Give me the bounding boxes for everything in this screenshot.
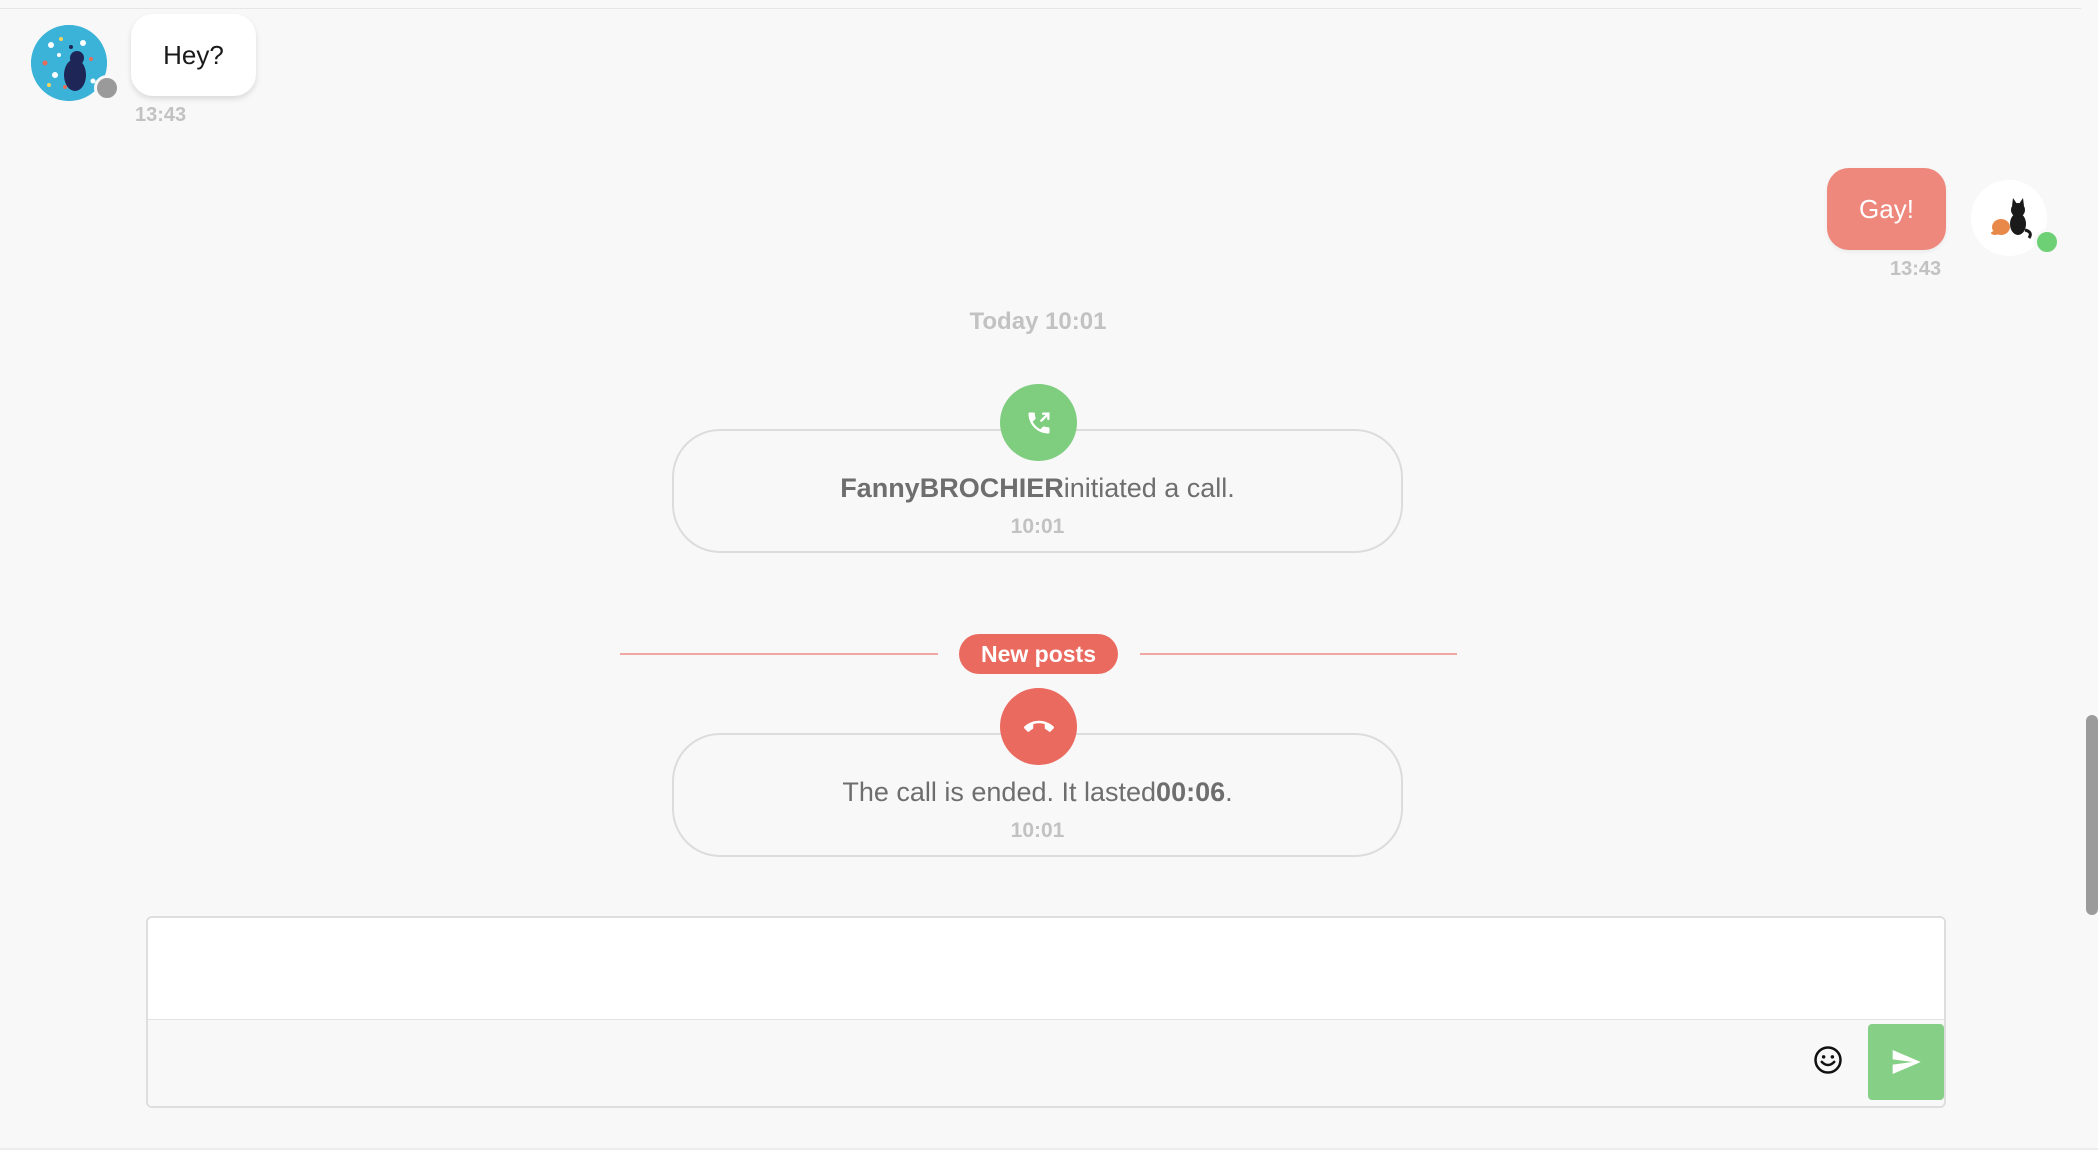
incoming-message-bubble[interactable]: Hey? (131, 14, 256, 96)
scrollbar-thumb[interactable] (2086, 715, 2098, 915)
call-duration: 00:06 (1156, 777, 1226, 807)
outgoing-message-bubble[interactable]: Gay! (1827, 168, 1946, 250)
call-ended-text: The call is ended. It lasted00:06. (674, 777, 1401, 808)
phone-hangup-icon (1000, 688, 1077, 765)
outgoing-message-text: Gay! (1859, 193, 1914, 224)
incoming-message-time: 13:43 (135, 104, 187, 126)
call-ended-time: 10:01 (1010, 819, 1065, 842)
send-arrow-icon (1892, 1050, 1921, 1074)
call-started-text: FannyBROCHIERinitiated a call. (674, 473, 1401, 504)
message-composer (146, 916, 1946, 1108)
new-posts-badge: New posts (959, 634, 1118, 674)
call-started-message: initiated a call. (1063, 473, 1235, 503)
call-started-time: 10:01 (1010, 515, 1065, 538)
new-posts-line-left (620, 653, 938, 655)
outgoing-message-time: 13:43 (1890, 258, 1942, 280)
date-separator: Today 10:01 (969, 308, 1107, 335)
caller-name: FannyBROCHIER (840, 473, 1064, 503)
call-ended-message: The call is ended. It lasted (842, 777, 1157, 807)
composer-toolbar (148, 1020, 1944, 1106)
incoming-message-text: Hey? (163, 39, 224, 70)
call-ended-period: . (1225, 777, 1233, 807)
send-button[interactable] (1868, 1024, 1944, 1100)
scrollbar-track[interactable] (2081, 0, 2098, 1150)
top-divider (0, 0, 2098, 9)
user-status-online (2034, 229, 2060, 255)
new-posts-line-right (1140, 653, 1457, 655)
chat-view: Hey? 13:43 Gay! 13:43 Today 10:01 FannyB… (0, 0, 2098, 1150)
contact-status-offline (94, 75, 120, 101)
message-input[interactable] (148, 918, 1944, 1020)
emoji-smile-icon[interactable] (1810, 1042, 1846, 1078)
phone-outgoing-icon (1000, 384, 1077, 461)
